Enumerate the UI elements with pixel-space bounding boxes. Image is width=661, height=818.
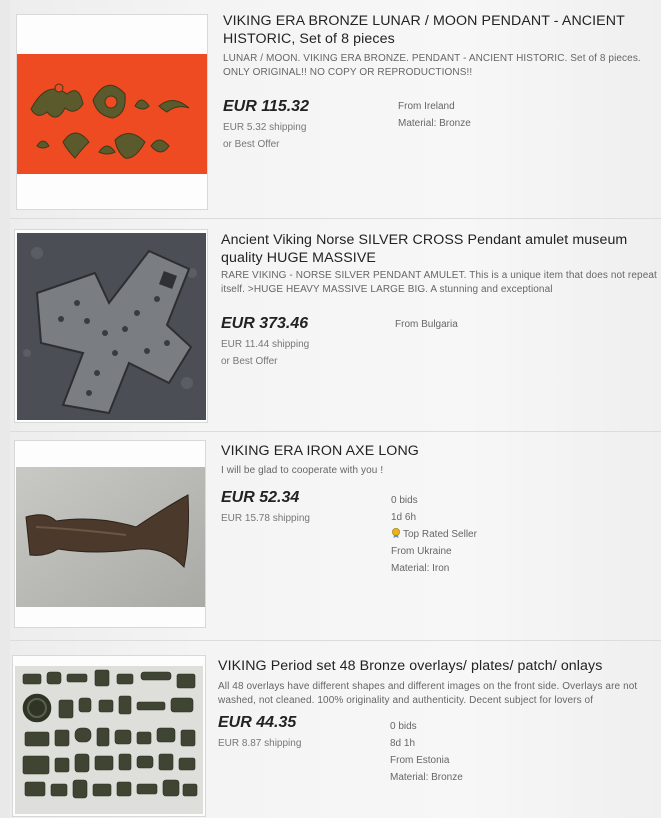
best-offer-label: or Best Offer	[223, 138, 280, 150]
thumbnail-card[interactable]	[16, 14, 208, 210]
listing-description: RARE VIKING - NORSE SILVER PENDANT AMULE…	[221, 270, 657, 295]
listing-title[interactable]: VIKING Period set 48 Bronze overlays/ pl…	[218, 657, 658, 675]
top-rated-seller-badge[interactable]: Top Rated Seller	[391, 526, 477, 543]
pendants-image	[17, 54, 207, 174]
material: Material: Bronze	[390, 772, 463, 783]
silver-cross-pendant-photo[interactable]	[17, 233, 206, 420]
listing-price: EUR 373.46	[221, 315, 309, 332]
thumbnail-card[interactable]	[14, 440, 206, 628]
listing-description: LUNAR / MOON. VIKING ERA BRONZE. PENDANT…	[223, 53, 641, 78]
thumbnail-card[interactable]	[14, 229, 208, 423]
time-left: 8d 1h	[390, 738, 416, 749]
cross-image	[17, 233, 206, 420]
bid-count: 0 bids	[390, 721, 417, 732]
bid-count: 0 bids	[391, 495, 418, 506]
axe-image	[16, 467, 205, 607]
location: From Ukraine	[391, 546, 452, 557]
listing-price: EUR 52.34	[221, 489, 300, 506]
listing-title[interactable]: VIKING ERA IRON AXE LONG	[221, 442, 651, 460]
listing-price: EUR 44.35	[218, 714, 297, 731]
thumbnail-card[interactable]	[12, 655, 206, 817]
listing-description: All 48 overlays have different shapes an…	[218, 681, 638, 706]
top-rated-seller-label: Top Rated Seller	[403, 529, 477, 540]
material: Material: Iron	[391, 563, 450, 574]
listing-description: I will be glad to cooperate with you !	[221, 465, 384, 476]
best-offer-label: or Best Offer	[221, 355, 278, 367]
top-rated-medal-icon	[391, 527, 401, 538]
listing-price: EUR 115.32	[223, 98, 309, 115]
location: From Ireland	[398, 101, 455, 112]
listing-item[interactable]: VIKING Period set 48 Bronze overlays/ pl…	[0, 641, 661, 818]
location: From Estonia	[390, 755, 450, 766]
iron-axe-photo[interactable]	[16, 467, 205, 607]
listing-item[interactable]: Ancient Viking Norse SILVER CROSS Pendan…	[0, 219, 661, 431]
shipping-cost: EUR 5.32 shipping	[223, 122, 307, 133]
overlays-image	[15, 666, 203, 814]
listing-title[interactable]: VIKING ERA BRONZE LUNAR / MOON PENDANT -…	[223, 12, 653, 48]
listing-item[interactable]: VIKING ERA IRON AXE LONG I will be glad …	[0, 432, 661, 640]
bronze-moon-pendants-photo[interactable]	[17, 54, 207, 174]
time-left: 1d 6h	[391, 512, 417, 523]
bronze-overlays-set-photo[interactable]	[15, 666, 203, 814]
location: From Bulgaria	[395, 319, 458, 330]
material: Material: Bronze	[398, 118, 471, 129]
shipping-cost: EUR 15.78 shipping	[221, 513, 310, 524]
listing-item[interactable]: VIKING ERA BRONZE LUNAR / MOON PENDANT -…	[0, 0, 661, 218]
listing-title[interactable]: Ancient Viking Norse SILVER CROSS Pendan…	[221, 231, 661, 267]
shipping-cost: EUR 11.44 shipping	[221, 339, 310, 350]
shipping-cost: EUR 8.87 shipping	[218, 738, 302, 749]
